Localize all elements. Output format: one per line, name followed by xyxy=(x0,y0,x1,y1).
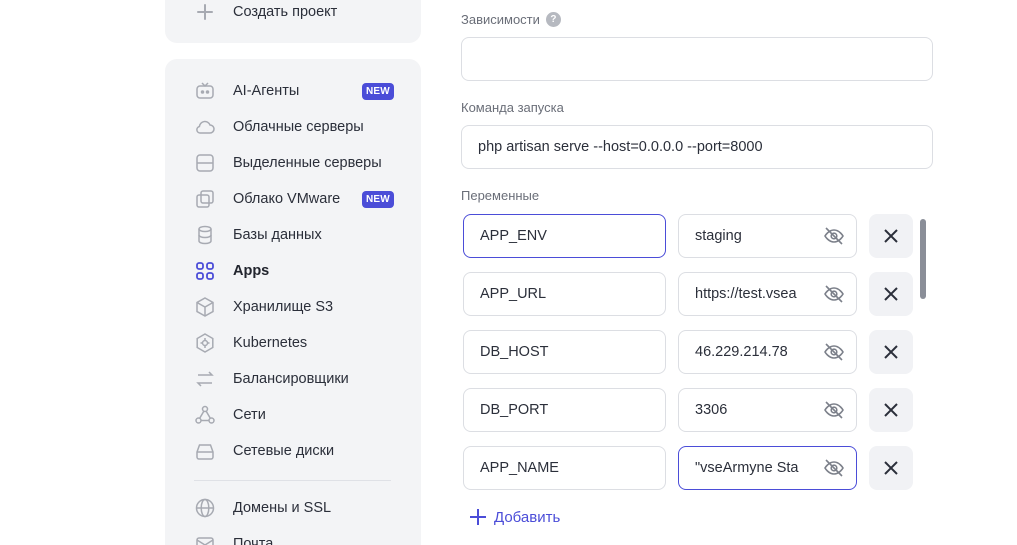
variable-value: https://test.vsea xyxy=(695,286,797,302)
sidebar-item-ai-agents[interactable]: AI-Агенты NEW xyxy=(194,77,399,105)
start-command-label-text: Команда запуска xyxy=(461,100,564,115)
eye-off-icon[interactable] xyxy=(823,225,845,247)
sidebar-item-databases[interactable]: Базы данных xyxy=(194,221,399,249)
sidebar-item-label: Apps xyxy=(233,263,270,279)
remove-variable-button[interactable] xyxy=(869,214,913,258)
remove-variable-button[interactable] xyxy=(869,388,913,432)
close-icon xyxy=(884,403,898,417)
variable-value: "vseArmyne Sta xyxy=(695,460,799,476)
new-badge: NEW xyxy=(362,83,394,100)
remove-variable-button[interactable] xyxy=(869,330,913,374)
sidebar-item-network-disks[interactable]: Сетевые диски xyxy=(194,437,399,465)
eye-off-icon[interactable] xyxy=(823,457,845,479)
remove-variable-button[interactable] xyxy=(869,446,913,490)
variables-label-text: Переменные xyxy=(461,188,540,203)
sidebar-item-kubernetes[interactable]: Kubernetes xyxy=(194,329,399,357)
robot-icon xyxy=(194,80,216,102)
sidebar-item-vmware[interactable]: Облако VMware NEW xyxy=(194,185,399,213)
sidebar-item-label: Kubernetes xyxy=(233,335,308,351)
sidebar-item-label: Сети xyxy=(233,407,266,423)
dependencies-label: Зависимости ? xyxy=(461,12,561,27)
sidebar-item-label: Облачные серверы xyxy=(233,119,364,135)
dependencies-label-text: Зависимости xyxy=(461,12,540,27)
sidebar-item-label: Выделенные серверы xyxy=(233,155,382,171)
variable-value: 46.229.214.78 xyxy=(695,344,788,360)
sidebar-item-networks[interactable]: Сети xyxy=(194,401,399,429)
mail-icon xyxy=(194,533,216,545)
variable-key-input[interactable]: APP_NAME xyxy=(463,446,666,490)
sidebar-item-mail[interactable]: Почта xyxy=(194,530,399,545)
sidebar-item-cloud-servers[interactable]: Облачные серверы xyxy=(194,113,399,141)
arrows-icon xyxy=(194,368,216,390)
cube-icon xyxy=(194,296,216,318)
sidebar-item-label: Базы данных xyxy=(233,227,322,243)
start-command-value: php artisan serve --host=0.0.0.0 --port=… xyxy=(478,139,763,155)
sidebar-item-dedicated-servers[interactable]: Выделенные серверы xyxy=(194,149,399,177)
variable-value-input[interactable]: 46.229.214.78 xyxy=(678,330,857,374)
dependencies-input[interactable] xyxy=(461,37,933,81)
variable-value: staging xyxy=(695,228,742,244)
variable-key-input[interactable]: APP_ENV xyxy=(463,214,666,258)
close-icon xyxy=(884,461,898,475)
sidebar-item-balancers[interactable]: Балансировщики xyxy=(194,365,399,393)
variable-key-input[interactable]: DB_HOST xyxy=(463,330,666,374)
plus-icon xyxy=(470,509,486,525)
start-command-label: Команда запуска xyxy=(461,100,564,115)
eye-off-icon[interactable] xyxy=(823,283,845,305)
sidebar-item-label: Домены и SSL xyxy=(233,500,332,516)
remove-variable-button[interactable] xyxy=(869,272,913,316)
eye-off-icon[interactable] xyxy=(823,341,845,363)
sidebar-item-s3[interactable]: Хранилище S3 xyxy=(194,293,399,321)
sidebar-item-label: Почта xyxy=(233,536,274,545)
variable-value-input[interactable]: staging xyxy=(678,214,857,258)
plus-icon xyxy=(194,1,216,23)
variable-value-input[interactable]: https://test.vsea xyxy=(678,272,857,316)
start-command-input[interactable]: php artisan serve --host=0.0.0.0 --port=… xyxy=(461,125,933,169)
add-variable-label: Добавить xyxy=(494,508,561,526)
variable-value-input[interactable]: "vseArmyne Sta xyxy=(678,446,857,490)
sidebar-item-label: Сетевые диски xyxy=(233,443,335,459)
variable-key: APP_URL xyxy=(480,286,547,302)
variable-key: DB_PORT xyxy=(480,402,549,418)
variable-key: DB_HOST xyxy=(480,344,549,360)
vmware-icon xyxy=(194,188,216,210)
variable-key-input[interactable]: APP_URL xyxy=(463,272,666,316)
sidebar-item-label: Облако VMware xyxy=(233,191,341,207)
close-icon xyxy=(884,345,898,359)
network-icon xyxy=(194,404,216,426)
create-project-label: Создать проект xyxy=(233,4,338,20)
variable-value-input[interactable]: 3306 xyxy=(678,388,857,432)
close-icon xyxy=(884,287,898,301)
apps-grid-icon xyxy=(194,260,216,282)
kubernetes-icon xyxy=(194,332,216,354)
sidebar-item-label: Хранилище S3 xyxy=(233,299,334,315)
disk-icon xyxy=(194,440,216,462)
help-icon[interactable]: ? xyxy=(545,12,561,27)
database-icon xyxy=(194,224,216,246)
globe-icon xyxy=(194,497,216,519)
variable-key-input[interactable]: DB_PORT xyxy=(463,388,666,432)
scrollbar-thumb[interactable] xyxy=(920,219,926,299)
sidebar-item-label: Балансировщики xyxy=(233,371,349,387)
new-badge: NEW xyxy=(362,191,394,208)
create-project-button[interactable]: Создать проект xyxy=(194,0,337,24)
close-icon xyxy=(884,229,898,243)
variable-key: APP_NAME xyxy=(480,460,559,476)
server-icon xyxy=(194,152,216,174)
sidebar-item-domains[interactable]: Домены и SSL xyxy=(194,494,399,522)
eye-off-icon[interactable] xyxy=(823,399,845,421)
sidebar-item-label: AI-Агенты xyxy=(233,83,300,99)
add-variable-button[interactable]: Добавить xyxy=(469,505,560,529)
cloud-icon xyxy=(194,116,216,138)
sidebar-item-apps[interactable]: Apps xyxy=(194,257,399,285)
variable-key: APP_ENV xyxy=(480,228,547,244)
variable-value: 3306 xyxy=(695,402,728,418)
sidebar-divider xyxy=(194,480,391,481)
variables-label: Переменные xyxy=(461,188,539,203)
